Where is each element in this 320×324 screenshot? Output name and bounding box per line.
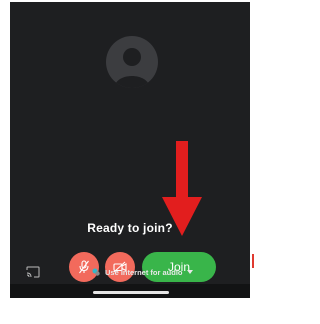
mic-off-icon xyxy=(79,260,89,274)
meeting-preview-screen: Ready to join? Join Use Internet for aud… xyxy=(10,2,250,298)
person-icon xyxy=(114,48,150,88)
audio-option-label: Use Internet for audio xyxy=(105,267,183,277)
avatar xyxy=(106,36,158,88)
cast-icon[interactable] xyxy=(26,266,40,278)
audio-option-selector[interactable]: Use Internet for audio xyxy=(92,265,193,279)
ready-to-join-text: Ready to join? xyxy=(87,221,173,235)
red-arrow-annotation-icon xyxy=(162,141,202,236)
edge-mark xyxy=(252,254,254,268)
home-indicator xyxy=(93,291,169,294)
chevron-down-icon xyxy=(186,270,193,274)
audio-source-icon xyxy=(92,268,100,276)
